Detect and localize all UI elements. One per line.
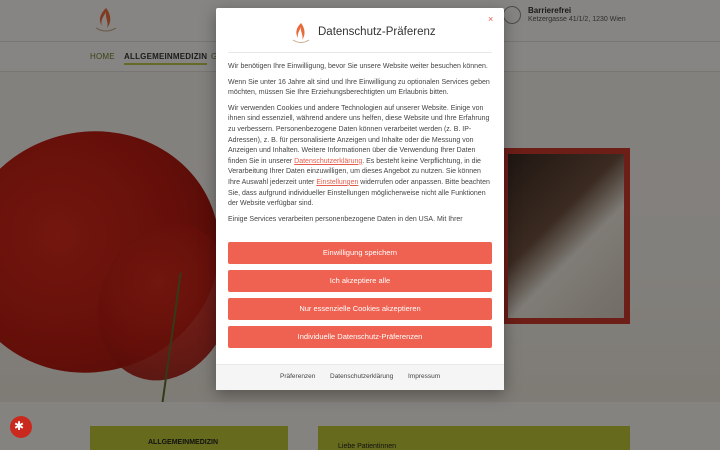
flame-logo-icon: [292, 23, 310, 43]
privacy-dialog: × Datenschutz-Präferenz Wir benötigen Ih…: [216, 8, 504, 390]
save-consent-button[interactable]: Einwilligung speichern: [228, 242, 492, 264]
age-paragraph: Wenn Sie unter 16 Jahre alt sind und Ihr…: [228, 78, 490, 97]
close-icon[interactable]: ×: [488, 14, 493, 24]
intro-paragraph: Wir benötigen Ihre Einwilligung, bevor S…: [228, 63, 488, 70]
accessibility-badge-icon[interactable]: ✱: [10, 416, 32, 438]
footer-link-imprint[interactable]: Impressum: [408, 373, 440, 380]
settings-link[interactable]: Einstellungen: [316, 179, 358, 186]
essential-only-button[interactable]: Nur essenzielle Cookies akzeptieren: [228, 298, 492, 320]
footer-link-preferences[interactable]: Präferenzen: [280, 373, 315, 380]
dialog-text: Wir benötigen Ihre Einwilligung, bevor S…: [228, 62, 492, 240]
footer-link-privacy[interactable]: Datenschutzerklärung: [330, 373, 393, 380]
cookies-paragraph: Wir verwenden Cookies und andere Technol…: [228, 104, 490, 208]
privacy-policy-link[interactable]: Datenschutzerklärung: [294, 158, 362, 165]
dialog-title: Datenschutz-Präferenz: [318, 26, 436, 38]
dialog-footer: Präferenzen Datenschutzerklärung Impress…: [216, 364, 504, 390]
divider: [228, 52, 492, 53]
accept-all-button[interactable]: Ich akzeptiere alle: [228, 270, 492, 292]
text-fade: [228, 220, 492, 242]
individual-preferences-button[interactable]: Individuelle Datenschutz-Präferenzen: [228, 326, 492, 348]
